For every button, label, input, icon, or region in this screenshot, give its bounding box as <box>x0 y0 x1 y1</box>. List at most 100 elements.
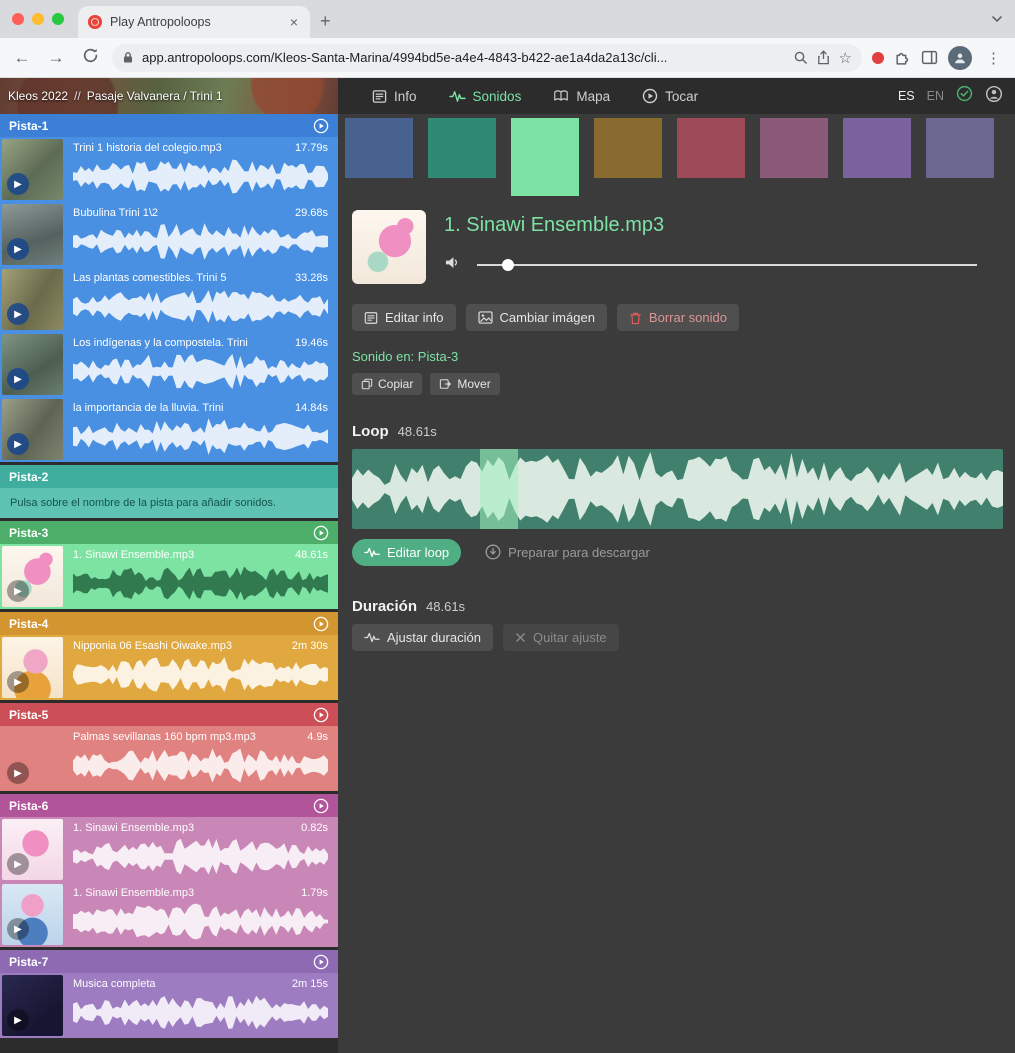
url-text[interactable]: app.antropoloops.com/Kleos-Santa-Marina/… <box>142 50 785 65</box>
sound-play-button[interactable]: ▶ <box>7 580 29 602</box>
sound-title[interactable]: Los indígenas y la compostela. Trini <box>73 337 289 349</box>
tab-info[interactable]: Info <box>360 78 429 114</box>
bookmark-star-icon[interactable]: ☆ <box>839 49 852 67</box>
sound-row[interactable]: ▶ Bubulina Trini 1\229.68s <box>0 202 338 267</box>
remove-adjust-button[interactable]: Quitar ajuste <box>503 624 619 651</box>
sound-thumbnail[interactable]: ▶ <box>2 884 63 945</box>
sound-title[interactable]: Bubulina Trini 1\2 <box>73 207 289 219</box>
palette-swatch[interactable] <box>926 118 994 178</box>
sound-row-selected[interactable]: ▶ 1. Sinawi Ensemble.mp348.61s <box>0 544 338 609</box>
track-play-icon[interactable] <box>313 798 329 814</box>
sound-thumbnail[interactable]: ▶ <box>2 546 63 607</box>
extensions-puzzle-icon[interactable] <box>894 49 911 66</box>
lang-es[interactable]: ES <box>898 89 915 103</box>
track-play-icon[interactable] <box>313 616 329 632</box>
volume-slider-thumb[interactable] <box>502 259 514 271</box>
sound-thumbnail[interactable]: ▶ <box>2 269 63 330</box>
zoom-icon[interactable] <box>793 50 808 65</box>
lang-en[interactable]: EN <box>927 89 944 103</box>
sound-location-track-link[interactable]: Pista-3 <box>418 349 458 364</box>
recording-extension-icon[interactable] <box>872 52 884 64</box>
track-header[interactable]: Pista-5 <box>0 703 338 726</box>
sound-play-button[interactable]: ▶ <box>7 671 29 693</box>
tab-tocar[interactable]: Tocar <box>630 78 710 114</box>
sound-title[interactable]: 1. Sinawi Ensemble.mp3 <box>73 549 289 561</box>
sound-title[interactable]: la importancia de la lluvia. Trini <box>73 402 289 414</box>
palette-swatch[interactable] <box>594 118 662 178</box>
track-header[interactable]: Pista-7 <box>0 950 338 973</box>
sound-title[interactable]: Nipponia 06 Esashi Oiwake.mp3 <box>73 640 286 652</box>
sound-thumbnail[interactable]: ▶ <box>2 334 63 395</box>
track-header[interactable]: Pista-2 <box>0 465 338 488</box>
track-play-icon[interactable] <box>313 118 329 134</box>
breadcrumb-project[interactable]: Kleos 2022 <box>8 89 68 103</box>
sound-row[interactable]: ▶ Nipponia 06 Esashi Oiwake.mp32m 30s <box>0 635 338 700</box>
sound-thumbnail[interactable]: ▶ <box>2 637 63 698</box>
palette-swatch[interactable] <box>760 118 828 178</box>
palette-swatch[interactable] <box>843 118 911 178</box>
zoom-window-button[interactable] <box>52 13 64 25</box>
sound-title[interactable]: 1. Sinawi Ensemble.mp3 <box>73 822 295 834</box>
delete-sound-button[interactable]: Borrar sonido <box>617 304 739 331</box>
sound-play-button[interactable]: ▶ <box>7 762 29 784</box>
sound-play-button[interactable]: ▶ <box>7 433 29 455</box>
palette-swatch-selected[interactable] <box>511 118 579 196</box>
tab-mapa[interactable]: Mapa <box>541 78 622 114</box>
sound-play-button[interactable]: ▶ <box>7 173 29 195</box>
sound-title[interactable]: Musica completa <box>73 978 286 990</box>
edit-info-button[interactable]: Editar info <box>352 304 456 331</box>
palette-swatch[interactable] <box>428 118 496 178</box>
sound-row[interactable]: ▶ Palmas sevillanas 160 bpm mp3.mp34.9s <box>0 726 338 791</box>
back-button[interactable]: ← <box>10 48 34 68</box>
track-header[interactable]: Pista-6 <box>0 794 338 817</box>
move-button[interactable]: Mover <box>430 373 499 395</box>
loop-selection-region[interactable] <box>480 449 518 529</box>
sound-thumbnail[interactable]: ▶ <box>2 204 63 265</box>
browser-tab[interactable]: Play Antropoloops × <box>78 6 310 38</box>
sound-row[interactable]: ▶ 1. Sinawi Ensemble.mp31.79s <box>0 882 338 947</box>
sound-title[interactable]: Las plantas comestibles. Trini 5 <box>73 272 289 284</box>
forward-button[interactable]: → <box>44 48 68 68</box>
sound-thumbnail[interactable]: ▶ <box>2 728 63 789</box>
track-play-icon[interactable] <box>313 954 329 970</box>
selected-sound-thumbnail[interactable] <box>352 210 426 284</box>
track-play-icon[interactable] <box>313 707 329 723</box>
sound-thumbnail[interactable]: ▶ <box>2 819 63 880</box>
sound-row[interactable]: ▶ Trini 1 historia del colegio.mp317.79s <box>0 137 338 202</box>
palette-swatch[interactable] <box>677 118 745 178</box>
reload-button[interactable] <box>78 47 102 69</box>
track-header[interactable]: Pista-3 <box>0 521 338 544</box>
sound-play-button[interactable]: ▶ <box>7 1009 29 1031</box>
sound-row[interactable]: ▶ Los indígenas y la compostela. Trini19… <box>0 332 338 397</box>
sound-title[interactable]: 1. Sinawi Ensemble.mp3 <box>73 887 295 899</box>
breadcrumb-path[interactable]: Pasaje Valvanera / Trini 1 <box>87 89 223 103</box>
sound-thumbnail[interactable]: ▶ <box>2 975 63 1036</box>
track-play-icon[interactable] <box>313 525 329 541</box>
browser-menu-icon[interactable]: ⋮ <box>982 49 1005 67</box>
copy-button[interactable]: Copiar <box>352 373 422 395</box>
tab-sonidos[interactable]: Sonidos <box>437 78 534 114</box>
share-icon[interactable] <box>816 50 831 65</box>
sound-play-button[interactable]: ▶ <box>7 303 29 325</box>
sound-play-button[interactable]: ▶ <box>7 918 29 940</box>
palette-swatch[interactable] <box>345 118 413 178</box>
adjust-duration-button[interactable]: Ajustar duración <box>352 624 493 651</box>
profile-avatar[interactable] <box>948 46 972 70</box>
sound-thumbnail[interactable]: ▶ <box>2 399 63 460</box>
lock-icon[interactable] <box>122 51 134 64</box>
tab-search-chevron-icon[interactable] <box>991 12 1003 30</box>
minimize-window-button[interactable] <box>32 13 44 25</box>
edit-loop-button[interactable]: Editar loop <box>352 539 461 566</box>
new-tab-button[interactable]: + <box>320 11 331 32</box>
sound-title[interactable]: Palmas sevillanas 160 bpm mp3.mp3 <box>73 731 301 743</box>
account-icon[interactable] <box>985 85 1003 108</box>
sound-play-button[interactable]: ▶ <box>7 853 29 875</box>
address-bar[interactable]: app.antropoloops.com/Kleos-Santa-Marina/… <box>112 44 862 72</box>
side-panel-icon[interactable] <box>921 49 938 66</box>
sound-title[interactable]: Trini 1 historia del colegio.mp3 <box>73 142 289 154</box>
loop-waveform-panel[interactable] <box>352 449 1003 529</box>
close-window-button[interactable] <box>12 13 24 25</box>
track-header[interactable]: Pista-4 <box>0 612 338 635</box>
sound-row[interactable]: ▶ Musica completa2m 15s <box>0 973 338 1038</box>
sound-play-button[interactable]: ▶ <box>7 368 29 390</box>
